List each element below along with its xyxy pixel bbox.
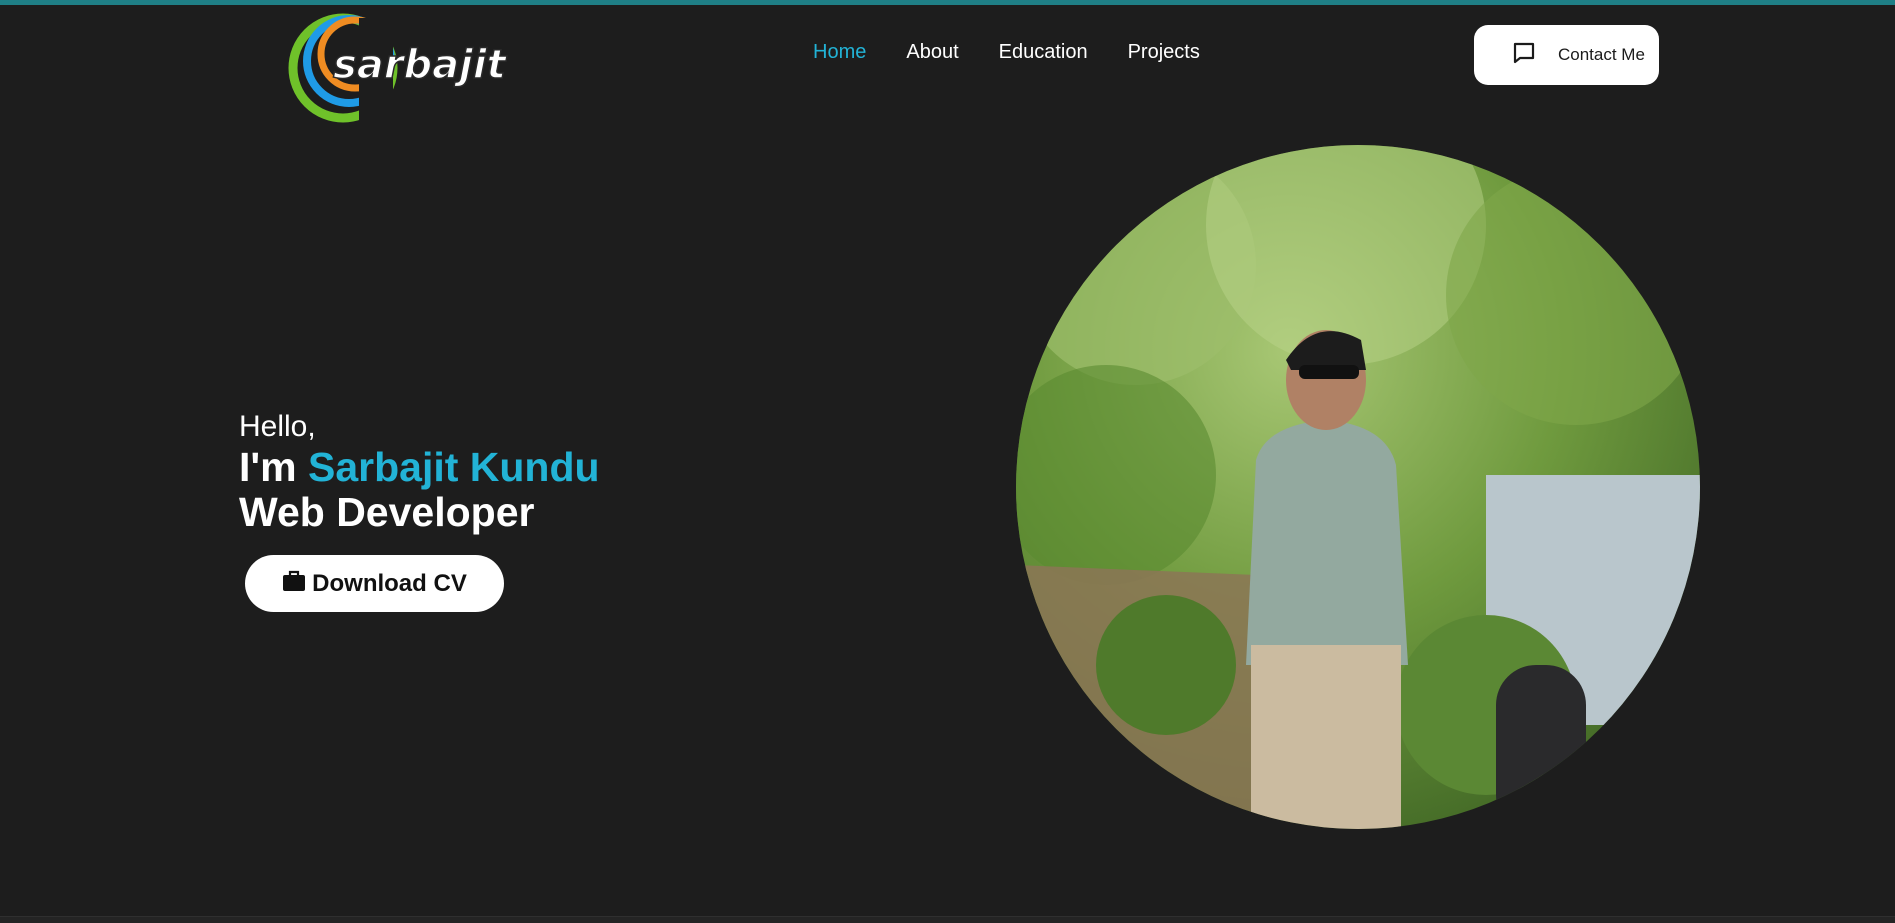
download-cv-label: Download CV — [312, 569, 467, 597]
hero-role: Web Developer — [239, 489, 535, 535]
contact-me-button[interactable]: Contact Me — [1474, 25, 1659, 85]
hero-greeting: Hello, — [239, 410, 316, 443]
main-nav: Home About Education Projects — [813, 41, 1200, 64]
svg-text:sarbajit: sarbajit — [333, 42, 508, 88]
download-cv-button[interactable]: Download CV — [245, 555, 504, 612]
hero-intro: I'm Sarbajit Kundu — [239, 445, 600, 489]
message-square-icon — [1512, 41, 1536, 70]
top-accent-strip — [0, 0, 1895, 5]
hero-name: Sarbajit Kundu — [308, 444, 600, 490]
nav-education[interactable]: Education — [999, 41, 1088, 64]
portfolio-page: sarbajit Home About Education Projects C… — [0, 0, 1895, 923]
site-logo[interactable]: sarbajit — [283, 6, 508, 130]
nav-projects[interactable]: Projects — [1128, 41, 1200, 64]
bottom-strip — [0, 916, 1895, 923]
briefcase-icon — [282, 570, 306, 597]
nav-home[interactable]: Home — [813, 41, 866, 64]
hero-text: Hello, I'm Sarbajit Kundu Web Developer — [239, 409, 600, 535]
intro-prefix: I'm — [239, 444, 308, 490]
contact-me-label: Contact Me — [1558, 45, 1645, 64]
profile-photo — [1016, 145, 1700, 829]
nav-about[interactable]: About — [906, 41, 958, 64]
